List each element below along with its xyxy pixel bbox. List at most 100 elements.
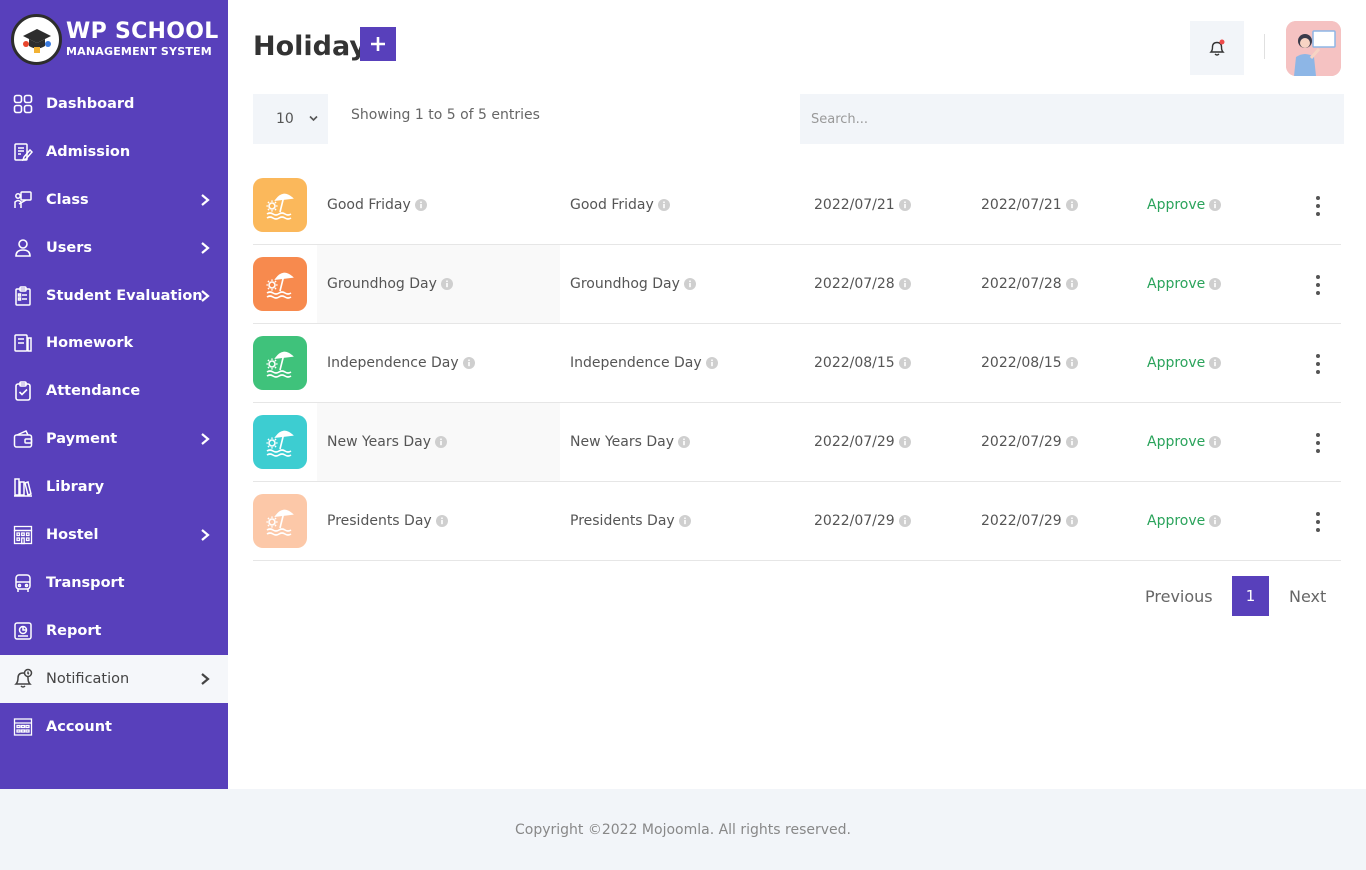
start-date: 2022/07/21	[814, 166, 911, 244]
row-actions-menu-icon[interactable]	[1306, 194, 1330, 218]
status-badge: Approve	[1147, 513, 1206, 529]
info-icon[interactable]	[1209, 357, 1222, 369]
holiday-description-text: Good Friday	[570, 197, 654, 213]
hostel-icon	[12, 524, 34, 546]
table-row: New Years Day New Years Day 2022/07/29 2…	[253, 403, 1341, 482]
end-date: 2022/08/15	[981, 324, 1078, 402]
info-icon[interactable]	[657, 199, 670, 211]
sidebar-item-transport[interactable]: Transport	[0, 559, 228, 607]
info-icon[interactable]	[898, 357, 911, 369]
info-icon[interactable]	[898, 199, 911, 211]
pagination-next[interactable]: Next	[1277, 576, 1338, 616]
table-row: Groundhog Day Groundhog Day 2022/07/28 2…	[253, 245, 1341, 324]
info-icon[interactable]	[705, 357, 718, 369]
info-icon[interactable]	[440, 278, 453, 290]
search-input[interactable]	[800, 94, 1344, 144]
status: Approve	[1147, 245, 1222, 323]
avatar[interactable]	[1286, 21, 1341, 76]
table-row: Independence Day Independence Day 2022/0…	[253, 324, 1341, 403]
info-icon[interactable]	[898, 515, 911, 527]
beach-umbrella-icon	[266, 430, 294, 457]
holiday-title-text: New Years Day	[327, 434, 432, 450]
sidebar-item-student-evaluation[interactable]: Student Evaluation	[0, 272, 228, 320]
holiday-title: Presidents Day	[327, 482, 448, 560]
info-icon[interactable]	[414, 199, 427, 211]
library-icon	[12, 476, 34, 498]
sidebar-item-label: Hostel	[46, 526, 99, 543]
status-badge: Approve	[1147, 434, 1206, 450]
footer: Copyright ©2022 Mojoomla. All rights res…	[0, 789, 1366, 870]
holiday-thumbnail[interactable]	[253, 336, 307, 390]
start-date-text: 2022/08/15	[814, 355, 895, 371]
brand[interactable]: WP SCHOOL MANAGEMENT SYSTEM	[0, 0, 228, 78]
holiday-description: Good Friday	[570, 166, 670, 244]
info-icon[interactable]	[462, 357, 475, 369]
info-icon[interactable]	[1065, 357, 1078, 369]
sidebar-item-dashboard[interactable]: Dashboard	[0, 80, 228, 128]
holiday-thumbnail[interactable]	[253, 257, 307, 311]
pagination-page-1[interactable]: 1	[1232, 576, 1269, 616]
holiday-title-text: Groundhog Day	[327, 276, 437, 292]
attendance-icon	[12, 380, 34, 402]
sidebar-item-label: Report	[46, 622, 102, 639]
end-date: 2022/07/29	[981, 403, 1078, 481]
school-logo-icon	[11, 13, 62, 65]
notification-bell-button[interactable]	[1190, 21, 1244, 75]
status: Approve	[1147, 482, 1222, 560]
row-actions-menu-icon[interactable]	[1306, 273, 1330, 297]
holiday-title-text: Presidents Day	[327, 513, 432, 529]
pagination-previous[interactable]: Previous	[1133, 576, 1225, 616]
info-icon[interactable]	[1209, 436, 1222, 448]
sidebar-item-hostel[interactable]: Hostel	[0, 511, 228, 559]
info-icon[interactable]	[678, 436, 691, 448]
end-date-text: 2022/07/28	[981, 276, 1062, 292]
info-icon[interactable]	[683, 278, 696, 290]
info-icon[interactable]	[898, 278, 911, 290]
info-icon[interactable]	[435, 515, 448, 527]
info-icon[interactable]	[898, 436, 911, 448]
add-holiday-button[interactable]	[360, 27, 396, 61]
wallet-icon	[12, 428, 34, 450]
info-icon[interactable]	[1065, 515, 1078, 527]
clipboard-icon	[12, 285, 34, 307]
sidebar-item-homework[interactable]: Homework	[0, 319, 228, 367]
sidebar-item-label: Account	[46, 718, 112, 735]
bell-icon	[1209, 39, 1225, 56]
grid-icon	[12, 93, 34, 115]
info-icon[interactable]	[1209, 199, 1222, 211]
holiday-description: Independence Day	[570, 324, 718, 402]
sidebar: WP SCHOOL MANAGEMENT SYSTEM Dashboard Ad…	[0, 0, 228, 789]
sidebar-item-account[interactable]: Account	[0, 703, 228, 751]
sidebar-item-report[interactable]: Report	[0, 607, 228, 655]
row-actions-menu-icon[interactable]	[1306, 352, 1330, 376]
holiday-thumbnail[interactable]	[253, 178, 307, 232]
row-actions-menu-icon[interactable]	[1306, 510, 1330, 534]
sidebar-item-users[interactable]: Users	[0, 224, 228, 272]
sidebar-item-label: Homework	[46, 335, 134, 352]
info-icon[interactable]	[678, 515, 691, 527]
holiday-description: New Years Day	[570, 403, 691, 481]
info-icon[interactable]	[435, 436, 448, 448]
status: Approve	[1147, 324, 1222, 402]
sidebar-item-payment[interactable]: Payment	[0, 415, 228, 463]
holiday-thumbnail[interactable]	[253, 494, 307, 548]
end-date: 2022/07/29	[981, 482, 1078, 560]
end-date: 2022/07/21	[981, 166, 1078, 244]
sidebar-item-attendance[interactable]: Attendance	[0, 367, 228, 415]
start-date: 2022/07/29	[814, 403, 911, 481]
sidebar-item-class[interactable]: Class	[0, 176, 228, 224]
holiday-thumbnail[interactable]	[253, 415, 307, 469]
info-icon[interactable]	[1065, 199, 1078, 211]
page-length-select[interactable]: 10	[253, 94, 328, 144]
info-icon[interactable]	[1065, 436, 1078, 448]
beach-umbrella-icon	[266, 272, 294, 299]
sidebar-item-notification[interactable]: Notification	[0, 654, 228, 703]
info-icon[interactable]	[1209, 278, 1222, 290]
sidebar-nav: Dashboard Admission Class Users Student …	[0, 80, 228, 750]
info-icon[interactable]	[1065, 278, 1078, 290]
row-actions-menu-icon[interactable]	[1306, 431, 1330, 455]
sidebar-item-admission[interactable]: Admission	[0, 128, 228, 176]
sidebar-item-library[interactable]: Library	[0, 463, 228, 511]
info-icon[interactable]	[1209, 515, 1222, 527]
status: Approve	[1147, 403, 1222, 481]
